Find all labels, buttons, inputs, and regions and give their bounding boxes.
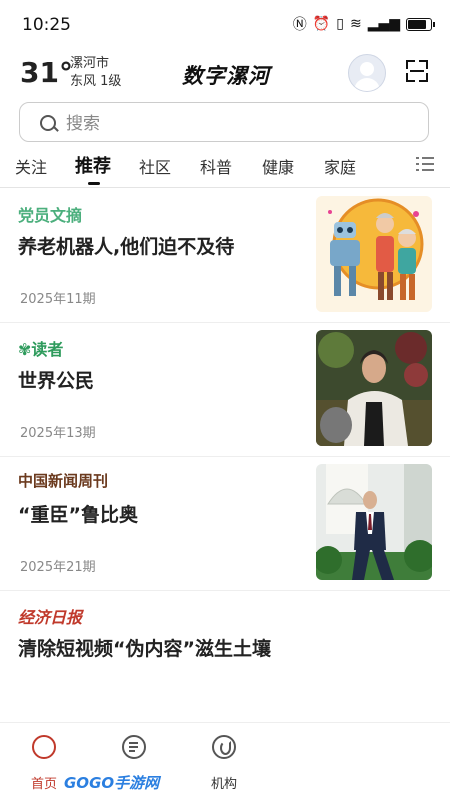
tab-family[interactable]: 家庭 [324, 154, 356, 178]
avatar-body [354, 78, 380, 91]
nav-list[interactable] [104, 735, 164, 759]
article-title: 养老机器人,他们迫不及待 [18, 236, 235, 258]
weather-temperature[interactable]: 31° [20, 56, 73, 89]
avatar-head [360, 62, 374, 76]
article-date: 2025年11期 [20, 292, 96, 307]
article-thumbnail-portrait [316, 330, 432, 446]
article-item[interactable]: ✾读者 世界公民 2025年13期 [0, 322, 450, 457]
scan-icon[interactable] [406, 60, 428, 82]
article-thumbnail-robot-elderly [316, 196, 432, 312]
app-header: 31° 漯河市 东风 1级 数字漯河 [0, 52, 450, 96]
organization-icon [212, 735, 236, 759]
article-title: 世界公民 [18, 370, 95, 392]
tab-follow[interactable]: 关注 [15, 154, 47, 178]
article-date: 2025年13期 [20, 426, 96, 441]
clover-logo-icon: ✾ [18, 340, 32, 359]
article-source: 党员文摘 [18, 206, 83, 225]
battery-icon [406, 17, 435, 31]
search-icon [40, 115, 56, 131]
article-date: 2025年21期 [20, 560, 96, 575]
article-item[interactable]: 中国新闻周刊 “重臣”鲁比奥 2025年21期 [0, 456, 450, 591]
article-source: 中国新闻周刊 [18, 472, 109, 490]
avatar[interactable] [348, 54, 386, 92]
home-icon [32, 735, 56, 759]
tab-community[interactable]: 社区 [139, 154, 171, 178]
nfc-icon: Ⓝ [292, 17, 307, 33]
article-title: 清除短视频“伪内容”滋生土壤 [18, 638, 271, 660]
weather-info[interactable]: 漯河市 东风 1级 [70, 55, 121, 91]
status-time: 10:25 [22, 15, 71, 35]
list-icon [122, 735, 146, 759]
status-bar: 10:25 Ⓝ ⏰ ▯ ≋ ▂▄▆ [0, 0, 450, 48]
article-source: 读者 [31, 340, 64, 359]
article-source: 经济日报 [18, 608, 83, 627]
weather-wind: 东风 1级 [70, 74, 122, 89]
tab-science[interactable]: 科普 [200, 154, 232, 178]
article-item[interactable]: 经济日报 清除短视频“伪内容”滋生土壤 [0, 590, 450, 724]
active-tab-indicator [88, 182, 100, 185]
menu-icon[interactable] [416, 155, 434, 173]
article-title: “重臣”鲁比奥 [18, 504, 138, 526]
nav-organization[interactable]: 机构 [194, 735, 254, 792]
alarm-icon: ⏰ [312, 16, 331, 32]
wifi-icon: ≋ [349, 16, 362, 32]
signal-icon: ▂▄▆ [367, 16, 400, 32]
nav-label: 机构 [210, 777, 237, 792]
watermark: GOGO手游网 [64, 774, 160, 792]
vibrate-icon: ▯ [336, 16, 344, 32]
tab-health[interactable]: 健康 [262, 154, 294, 178]
weather-city: 漯河市 [70, 56, 110, 71]
article-source-with-logo: ✾读者 [18, 336, 63, 360]
category-tabs: 关注 推荐 社区 科普 健康 家庭 [0, 148, 450, 186]
status-icons: Ⓝ ⏰ ▯ ≋ ▂▄▆ [292, 14, 435, 34]
app-title-logo: 数字漯河 [182, 63, 270, 88]
article-item[interactable]: 党员文摘 养老机器人,他们迫不及待 2025年11期 [0, 188, 450, 323]
article-thumbnail-person-walking [316, 464, 432, 580]
search-input[interactable] [64, 110, 408, 138]
tab-recommended[interactable]: 推荐 [75, 152, 111, 178]
search-bar[interactable] [19, 102, 429, 142]
